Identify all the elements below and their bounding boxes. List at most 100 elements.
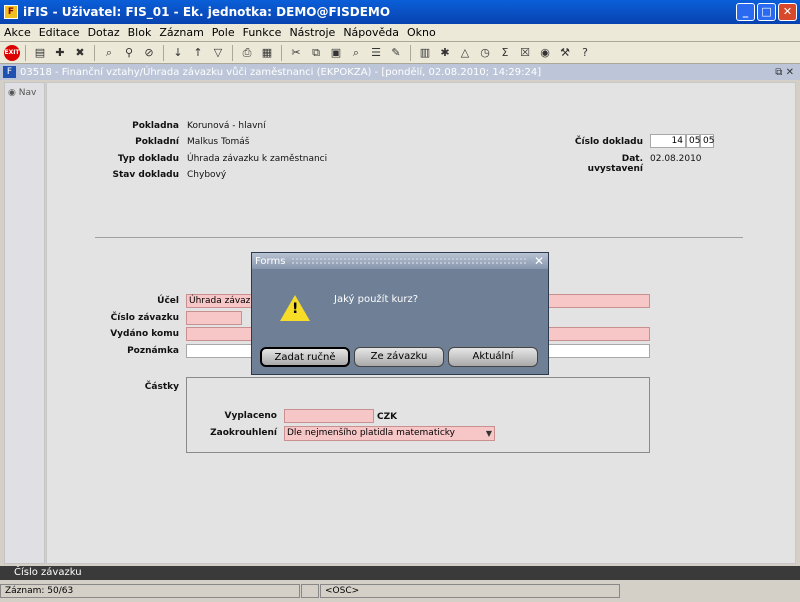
record-counter: Záznam: 50/63 bbox=[0, 584, 300, 598]
cislo-dokladu-number[interactable]: 14 bbox=[650, 134, 686, 148]
window-title-bar: F iFIS - Uživatel: FIS_01 - Ek. jednotka… bbox=[0, 0, 800, 24]
find-icon[interactable]: ⌕ bbox=[347, 44, 365, 62]
osc-indicator: <OSC> bbox=[320, 584, 620, 598]
toolbar: EXIT ▤ ✚ ✖ ⌕ ⚲ ⊘ ↓ ↑ ▽ ⎙ ▦ ✂ ⧉ ▣ ⌕ ☰ ✎ ▥… bbox=[0, 42, 800, 64]
forms-dialog: Forms ✕ ! Jaký použít kurz? Zadat ručně … bbox=[251, 252, 549, 375]
dialog-title: Forms bbox=[255, 255, 286, 267]
insert-record-icon[interactable]: ✚ bbox=[51, 44, 69, 62]
dat-vystaveni-value: 02.08.2010 bbox=[650, 154, 702, 164]
vyplaceno-label: Vyplaceno bbox=[224, 411, 277, 421]
sort-ascending-icon[interactable]: ↓ bbox=[169, 44, 187, 62]
menu-nastroje[interactable]: Nástroje bbox=[289, 26, 335, 39]
menu-akce[interactable]: Akce bbox=[4, 26, 31, 39]
form-icon: F bbox=[3, 66, 16, 78]
maximize-button[interactable]: □ bbox=[757, 3, 776, 21]
menu-dotaz[interactable]: Dotaz bbox=[88, 26, 120, 39]
toolbar-separator bbox=[163, 44, 164, 61]
warning-icon: ! bbox=[280, 295, 310, 321]
status-bar: Záznam: 50/63 <OSC> bbox=[0, 580, 800, 602]
cislo-zavazku-label: Číslo závazku bbox=[110, 313, 179, 323]
sum-icon[interactable]: Σ bbox=[496, 44, 514, 62]
copy-icon[interactable]: ⧉ bbox=[307, 44, 325, 62]
zaokrouhleni-label: Zaokrouhlení bbox=[210, 428, 277, 438]
toolbar-separator bbox=[25, 44, 26, 61]
settings-icon[interactable]: ✱ bbox=[436, 44, 454, 62]
cislo-dokladu-part2[interactable]: 05 bbox=[686, 134, 700, 148]
cislo-zavazku-field[interactable] bbox=[186, 311, 242, 325]
dialog-message: Jaký použít kurz? bbox=[334, 294, 419, 305]
document-icon[interactable]: ▥ bbox=[416, 44, 434, 62]
delete-record-icon[interactable]: ✖ bbox=[71, 44, 89, 62]
menu-funkce[interactable]: Funkce bbox=[243, 26, 282, 39]
query-enter-icon[interactable]: ⌕ bbox=[100, 44, 118, 62]
cislo-dokladu-label: Číslo dokladu bbox=[574, 137, 643, 147]
toolbar-separator bbox=[94, 44, 95, 61]
minimize-button[interactable]: _ bbox=[736, 3, 755, 21]
menu-editace[interactable]: Editace bbox=[39, 26, 80, 39]
pokladna-value: Korunová - hlavní bbox=[187, 121, 266, 131]
cislo-dokladu-part3[interactable]: 05 bbox=[700, 134, 714, 148]
stav-dokladu-value: Chybový bbox=[187, 170, 227, 180]
menu-zaznam[interactable]: Záznam bbox=[159, 26, 203, 39]
castky-label: Částky bbox=[144, 382, 179, 392]
menu-pole[interactable]: Pole bbox=[212, 26, 235, 39]
vydano-komu-label: Vydáno komu bbox=[110, 329, 179, 339]
aktualni-button[interactable]: Aktuální bbox=[448, 347, 538, 367]
status-field-hint: Číslo závazku bbox=[0, 566, 800, 580]
toolbar-separator bbox=[232, 44, 233, 61]
zadat-rucne-button[interactable]: Zadat ručně bbox=[260, 347, 350, 367]
web-icon[interactable]: ◉ bbox=[536, 44, 554, 62]
zaokrouhleni-select[interactable]: Dle nejmenšího platidla matematicky ▼ bbox=[284, 426, 495, 441]
form-title-bar: F 03518 - Finanční vztahy/Úhrada závazku… bbox=[0, 64, 800, 80]
ucel-label: Účel bbox=[157, 296, 179, 306]
window-title: iFIS - Uživatel: FIS_01 - Ek. jednotka: … bbox=[23, 5, 391, 19]
list-icon[interactable]: ☰ bbox=[367, 44, 385, 62]
save-icon[interactable]: ▤ bbox=[31, 44, 49, 62]
close-window-button[interactable]: ✕ bbox=[778, 3, 797, 21]
excel-icon[interactable]: ☒ bbox=[516, 44, 534, 62]
toolbar-separator bbox=[281, 44, 282, 61]
pokladni-value: Malkus Tomáš bbox=[187, 137, 250, 147]
currency-label: CZK bbox=[377, 412, 398, 422]
menu-okno[interactable]: Okno bbox=[407, 26, 436, 39]
menu-blok[interactable]: Blok bbox=[128, 26, 152, 39]
tools-icon[interactable]: ⚒ bbox=[556, 44, 574, 62]
dialog-title-bar: Forms ✕ bbox=[252, 253, 548, 269]
left-nav-panel: ◉ Nav bbox=[4, 82, 45, 564]
pokladna-label: Pokladna bbox=[132, 121, 179, 131]
menu-bar: Akce Editace Dotaz Blok Záznam Pole Funk… bbox=[0, 24, 800, 42]
pokladni-label: Pokladní bbox=[135, 137, 179, 147]
stav-dokladu-label: Stav dokladu bbox=[112, 170, 179, 180]
typ-dokladu-label: Typ dokladu bbox=[117, 154, 179, 164]
toolbar-separator bbox=[410, 44, 411, 61]
menu-napoveda[interactable]: Nápověda bbox=[343, 26, 399, 39]
warning-icon[interactable]: △ bbox=[456, 44, 474, 62]
poznamka-label: Poznámka bbox=[127, 346, 179, 356]
filter-icon[interactable]: ▽ bbox=[209, 44, 227, 62]
nav-button[interactable]: ◉ Nav bbox=[8, 88, 41, 98]
query-execute-icon[interactable]: ⚲ bbox=[120, 44, 138, 62]
chevron-down-icon: ▼ bbox=[485, 429, 492, 438]
paste-icon[interactable]: ▣ bbox=[327, 44, 345, 62]
typ-dokladu-value: Úhrada závazku k zaměstnanci bbox=[187, 154, 328, 164]
help-icon[interactable]: ? bbox=[576, 44, 594, 62]
cut-icon[interactable]: ✂ bbox=[287, 44, 305, 62]
print-icon[interactable]: ⎙ bbox=[238, 44, 256, 62]
dialog-close-icon[interactable]: ✕ bbox=[534, 254, 544, 268]
dat-vystaveni-label: Dat. uvystavení bbox=[587, 154, 643, 174]
divider bbox=[95, 237, 743, 238]
edit-field-icon[interactable]: ✎ bbox=[387, 44, 405, 62]
status-cell bbox=[301, 584, 319, 598]
restore-icon[interactable]: ⧉ ✕ bbox=[775, 67, 794, 78]
vyplaceno-field[interactable] bbox=[284, 409, 374, 423]
zaokrouhleni-value: Dle nejmenšího platidla matematicky bbox=[287, 428, 456, 438]
ze-zavazku-button[interactable]: Ze závazku bbox=[354, 347, 444, 367]
sort-descending-icon[interactable]: ↑ bbox=[189, 44, 207, 62]
exit-icon[interactable]: EXIT bbox=[4, 44, 20, 61]
query-cancel-icon[interactable]: ⊘ bbox=[140, 44, 158, 62]
title-grip bbox=[291, 257, 528, 265]
print-preview-icon[interactable]: ▦ bbox=[258, 44, 276, 62]
clock-icon[interactable]: ◷ bbox=[476, 44, 494, 62]
form-title: 03518 - Finanční vztahy/Úhrada závazku v… bbox=[20, 66, 542, 78]
app-logo-icon: F bbox=[4, 5, 18, 19]
